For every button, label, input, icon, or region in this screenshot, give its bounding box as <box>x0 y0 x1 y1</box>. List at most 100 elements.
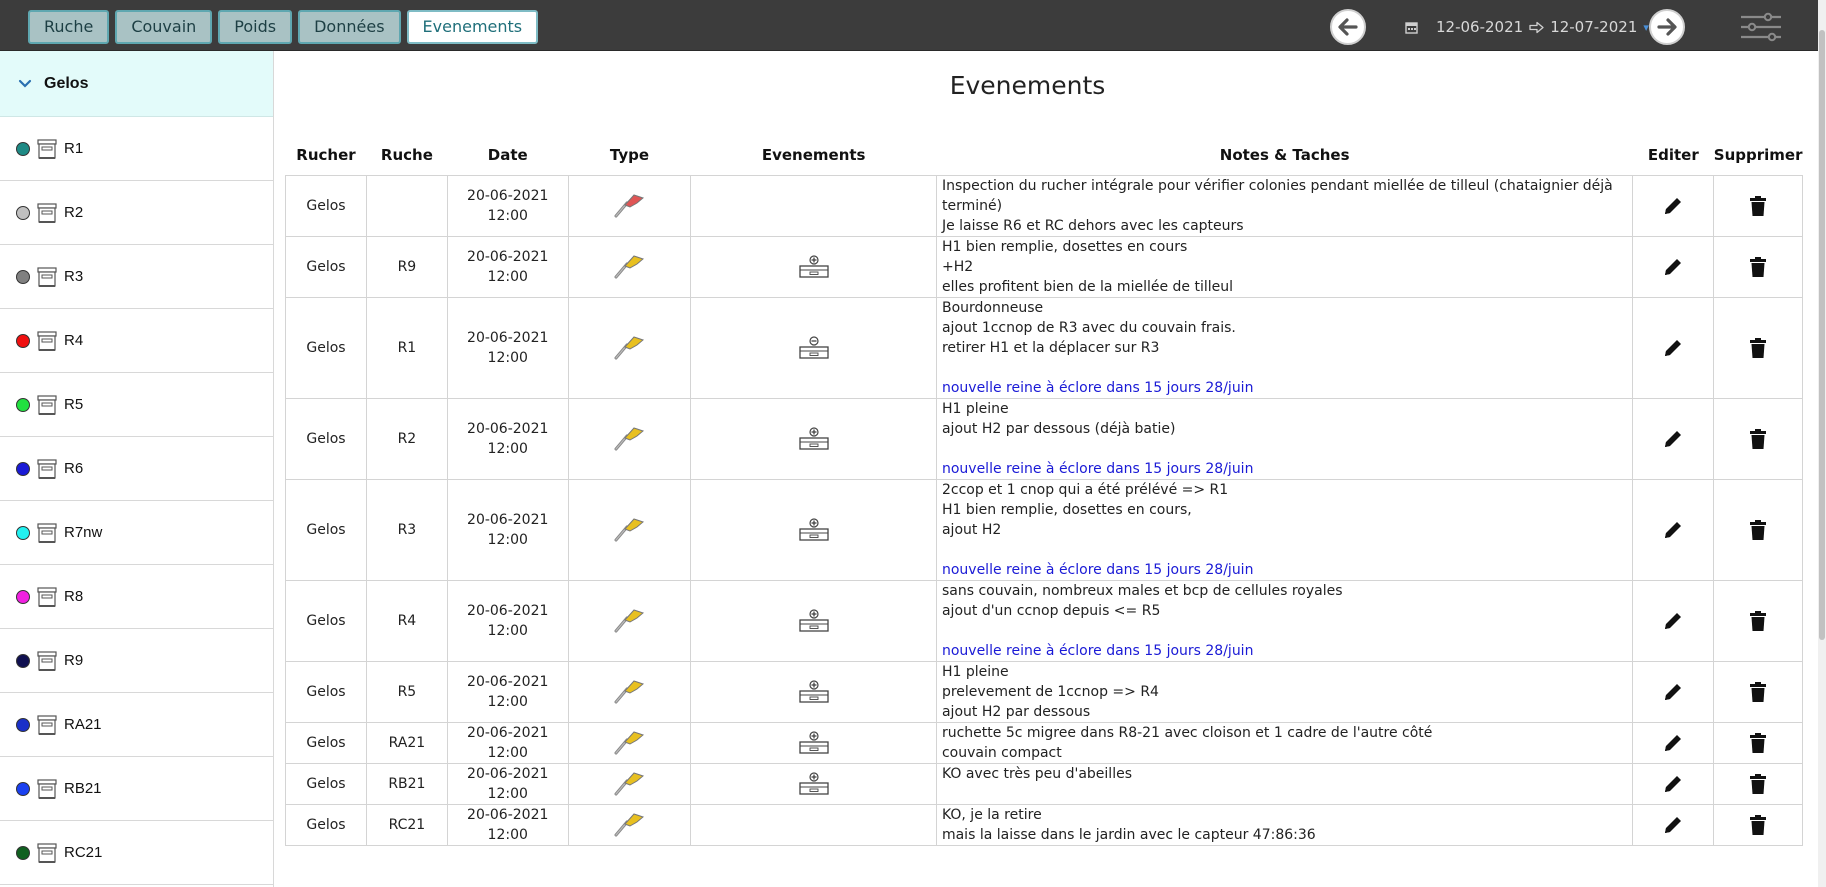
apiary-group-header[interactable]: Gelos <box>0 51 273 117</box>
cell-notes: H1 pleine ajout H2 par dessous (déjà bati… <box>935 397 1634 480</box>
event-date: 20-06-2021 <box>467 511 549 528</box>
cell-notes: KO, je la retire mais la laisse dans le j… <box>935 803 1634 846</box>
events-table: Rucher Ruche Date Type Evenements Notes … <box>285 135 1803 846</box>
note-line: H1 bien remplie, dosettes en cours, <box>941 501 1192 518</box>
delete-button[interactable] <box>1713 579 1803 662</box>
edit-button[interactable] <box>1632 579 1715 662</box>
edit-button[interactable] <box>1632 721 1715 764</box>
event-date: 20-06-2021 <box>467 329 549 346</box>
cell-ruche: RA21 <box>365 721 448 764</box>
sidebar-hive-item[interactable]: R2 <box>0 181 273 245</box>
page-title: Evenements <box>949 71 1106 100</box>
event-date: 20-06-2021 <box>467 673 549 690</box>
cell-date: 20-06-2021 12:00 <box>446 296 569 399</box>
tab-couvain[interactable]: Couvain <box>115 10 213 44</box>
cell-notes: ruchette 5c migree dans R8-21 avec clois… <box>935 721 1634 764</box>
note-line: prelevement de 1ccnop => R4 <box>941 683 1159 700</box>
hive-color-dot <box>16 845 30 860</box>
next-period-button[interactable] <box>1649 9 1685 45</box>
edit-button[interactable] <box>1632 296 1715 399</box>
cell-type <box>567 296 692 399</box>
edit-button[interactable] <box>1632 803 1715 846</box>
queen-hatch-note[interactable]: nouvelle reine à éclore dans 15 jours 28… <box>942 459 1632 479</box>
cell-event <box>690 397 937 480</box>
event-time: 12:00 <box>487 785 528 802</box>
delete-button[interactable] <box>1713 478 1803 581</box>
add-super-icon <box>799 608 829 632</box>
event-time: 12:00 <box>487 349 528 366</box>
hive-box-icon <box>37 202 57 223</box>
cell-notes: Bourdonneuse ajout 1ccnop de R3 avec du c… <box>935 296 1634 399</box>
delete-button[interactable] <box>1713 660 1803 723</box>
edit-button[interactable] <box>1632 174 1715 237</box>
edit-button[interactable] <box>1632 478 1715 581</box>
hive-tool-yellow-icon <box>614 254 645 278</box>
hive-box-icon <box>37 714 57 735</box>
cell-event <box>690 478 937 581</box>
sidebar-hive-item[interactable]: RC21 <box>0 821 273 885</box>
delete-button[interactable] <box>1713 721 1803 764</box>
column-header-type: Type <box>609 145 650 164</box>
note-line: ajout 1ccnop de R3 avec du couvain frais… <box>941 319 1236 336</box>
hive-box-icon <box>37 522 57 543</box>
delete-button[interactable] <box>1713 296 1803 399</box>
hive-box-icon <box>37 266 57 287</box>
sliders-icon <box>1741 12 1781 42</box>
table-row: Gelos R2 20-06-2021 12:00 H1 pleine ajout H2 … <box>285 397 1803 480</box>
event-time: 12:00 <box>487 440 528 457</box>
cell-ruche: R9 <box>365 235 448 298</box>
filter-settings-button[interactable] <box>1740 12 1782 42</box>
tab-donnees[interactable]: Données <box>298 10 401 44</box>
cell-ruche: RB21 <box>365 762 448 805</box>
edit-button[interactable] <box>1632 762 1715 805</box>
note-line: Bourdonneuse <box>941 299 1044 316</box>
sidebar-hive-item[interactable]: R7nw <box>0 501 273 565</box>
date-range-start: 12-06-2021 <box>1436 18 1524 36</box>
cell-type <box>567 478 692 581</box>
edit-button[interactable] <box>1632 397 1715 480</box>
delete-button[interactable] <box>1713 803 1803 846</box>
event-time: 12:00 <box>487 531 528 548</box>
queen-hatch-note[interactable]: nouvelle reine à éclore dans 15 jours 28… <box>942 560 1632 580</box>
sidebar-hive-item[interactable]: R4 <box>0 309 273 373</box>
sidebar-hive-item[interactable]: R1 <box>0 117 273 181</box>
queen-hatch-note[interactable]: nouvelle reine à éclore dans 15 jours 28… <box>942 378 1632 398</box>
apiary-group-label: Gelos <box>44 74 89 92</box>
note-line: H1 bien remplie, dosettes en cours <box>941 238 1188 255</box>
delete-button[interactable] <box>1713 397 1803 480</box>
sidebar-hive-item[interactable]: RA21 <box>0 693 273 757</box>
sidebar-hive-item[interactable]: R9 <box>0 629 273 693</box>
tab-ruche[interactable]: Ruche <box>28 10 110 44</box>
column-header-ruche: Ruche <box>380 145 433 164</box>
note-line: +H2 <box>941 258 974 275</box>
hive-list: R1 R2 R3 R4 R5 R6 R7nw R8 R9 RA21 RB21 RC21 <box>0 117 273 885</box>
edit-button[interactable] <box>1632 235 1715 298</box>
hive-color-dot <box>16 717 30 732</box>
note-line: Inspection du rucher intégrale pour véri… <box>941 177 1613 214</box>
note-line: KO, je la retire <box>941 806 1042 823</box>
pencil-icon <box>1665 816 1682 833</box>
cell-date: 20-06-2021 12:00 <box>446 174 569 237</box>
delete-button[interactable] <box>1713 762 1803 805</box>
sidebar-hive-item[interactable]: R3 <box>0 245 273 309</box>
tab-poids[interactable]: Poids <box>218 10 293 44</box>
queen-hatch-note[interactable]: nouvelle reine à éclore dans 15 jours 28… <box>942 641 1632 661</box>
edit-button[interactable] <box>1632 660 1715 723</box>
remove-super-icon <box>799 335 829 359</box>
delete-button[interactable] <box>1713 235 1803 298</box>
date-range-picker[interactable]: 12-06-2021 12-07-2021 ▾ <box>1405 18 1649 36</box>
previous-period-button[interactable] <box>1330 9 1366 45</box>
tab-evenements[interactable]: Evenements <box>406 10 539 44</box>
sidebar-hive-item[interactable]: RB21 <box>0 757 273 821</box>
cell-event <box>690 762 937 805</box>
note-line: KO avec très peu d'abeilles <box>941 765 1132 782</box>
page-scrollbar[interactable] <box>1818 0 1826 887</box>
sidebar-hive-item[interactable]: R5 <box>0 373 273 437</box>
column-header-supprimer: Supprimer <box>1713 145 1803 164</box>
cell-ruche: RC21 <box>365 803 448 846</box>
sidebar-hive-item[interactable]: R6 <box>0 437 273 501</box>
hive-tool-yellow-icon <box>614 608 645 632</box>
delete-button[interactable] <box>1713 174 1803 237</box>
sidebar-hive-item[interactable]: R8 <box>0 565 273 629</box>
scrollbar-thumb[interactable] <box>1819 30 1825 640</box>
